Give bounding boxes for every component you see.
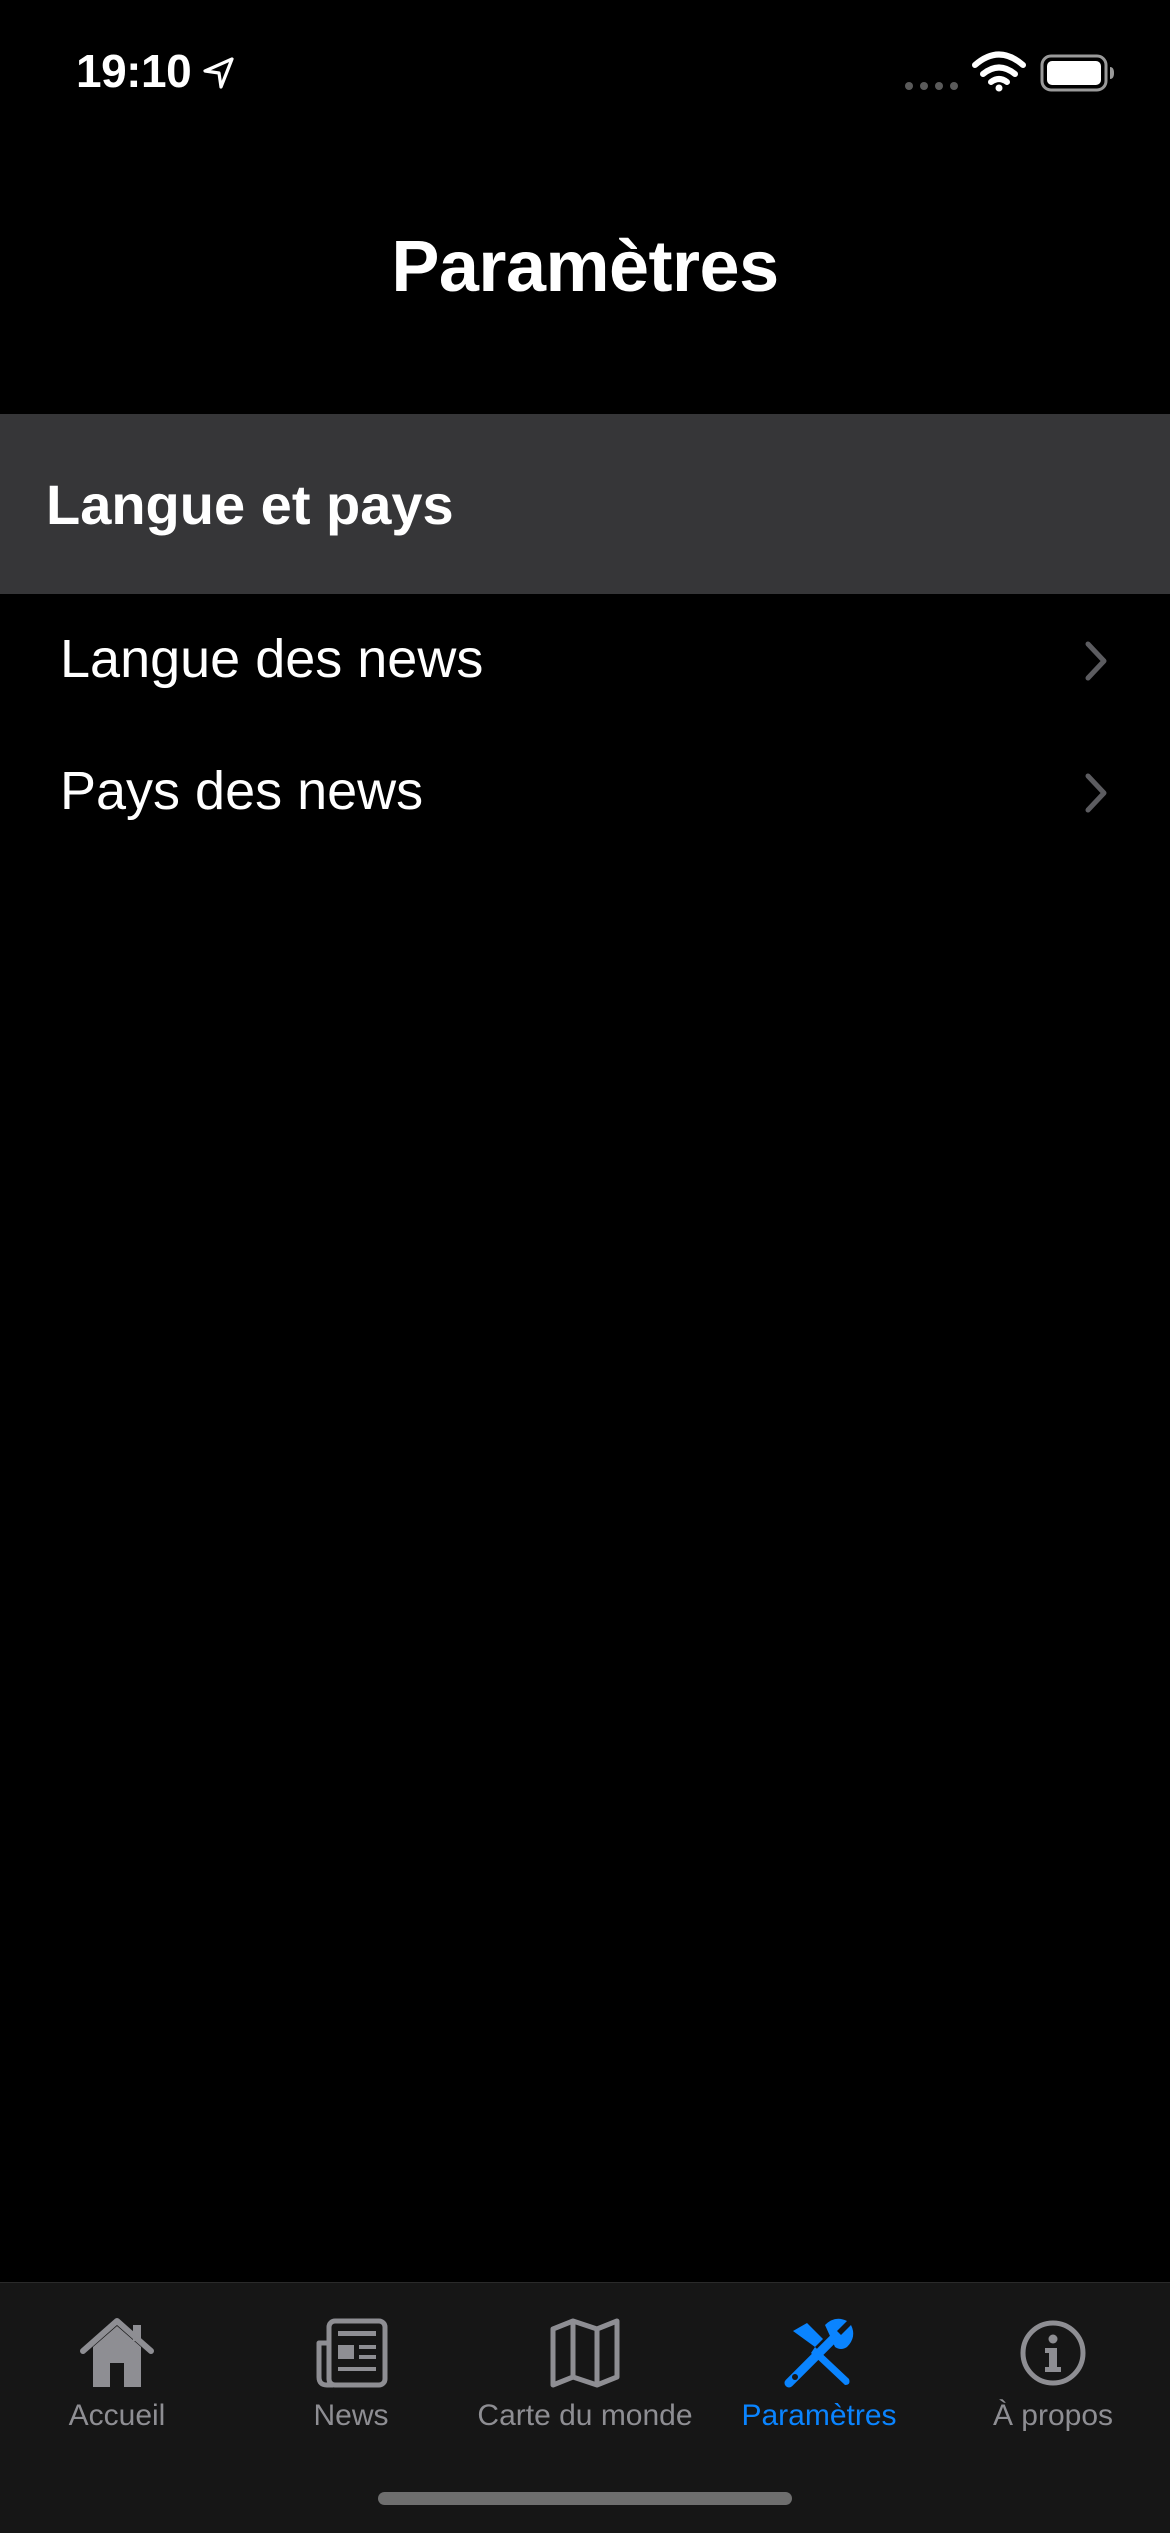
tab-label: Accueil [68, 2399, 166, 2432]
tab-label: Paramètres [741, 2399, 897, 2432]
cellular-signal-icon [905, 82, 958, 90]
status-time: 19:10 [76, 45, 192, 97]
tab-parametres[interactable]: Paramètres [702, 2283, 936, 2453]
section-header: Langue et pays [0, 414, 1170, 594]
tab-carte-du-monde[interactable]: Carte du monde [468, 2283, 702, 2453]
tools-icon [784, 2318, 854, 2388]
status-bar: 19:10 [0, 0, 1170, 150]
tab-accueil[interactable]: Accueil [0, 2283, 234, 2453]
page-title: Paramètres [391, 227, 779, 307]
wifi-icon [972, 51, 1026, 92]
chevron-right-icon [1085, 773, 1107, 813]
row-label: Pays des news [60, 761, 424, 821]
map-icon [550, 2318, 620, 2388]
location-arrow-icon [203, 57, 234, 89]
chevron-right-icon [1085, 641, 1107, 681]
info-icon [1020, 2320, 1086, 2386]
home-indicator[interactable] [378, 2492, 792, 2505]
row-label: Langue des news [60, 629, 484, 689]
tab-news[interactable]: News [234, 2283, 468, 2453]
section-header-label: Langue et pays [46, 473, 454, 536]
row-news-language[interactable]: Langue des news [0, 596, 1170, 726]
tab-bar: Accueil News Carte du monde Paramètres À… [0, 2282, 1170, 2533]
tab-label: Carte du monde [477, 2399, 693, 2432]
row-news-country[interactable]: Pays des news [0, 728, 1170, 858]
battery-icon [1040, 54, 1114, 92]
tab-a-propos[interactable]: À propos [936, 2283, 1170, 2453]
house-icon [80, 2318, 154, 2387]
tab-label: News [313, 2399, 389, 2432]
newspaper-icon [316, 2318, 388, 2388]
tab-label: À propos [992, 2399, 1114, 2432]
